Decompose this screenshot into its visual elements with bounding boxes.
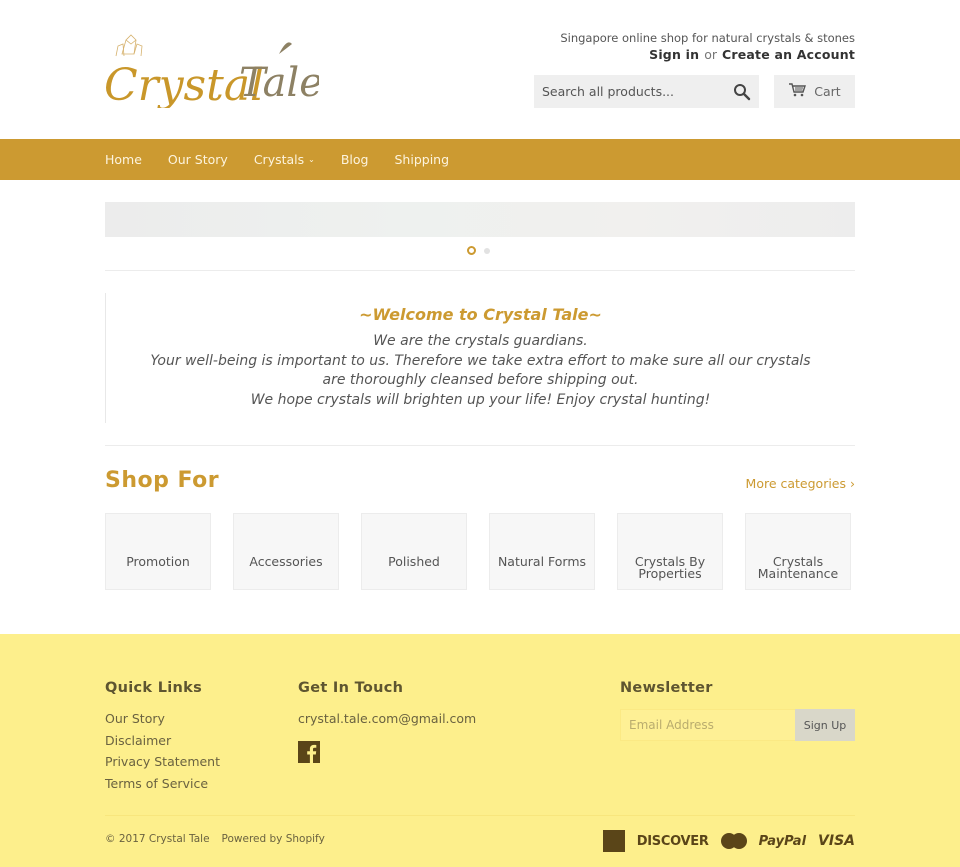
category-label: Accessories	[249, 554, 323, 569]
category-tile-promotion[interactable]: Promotion	[105, 513, 211, 590]
category-label: Polished	[388, 554, 440, 569]
discover-icon: DISCOVER	[636, 833, 709, 849]
logo-image: Crystal Tale	[104, 34, 323, 111]
powered-by-shopify-link[interactable]: Powered by Shopify	[222, 833, 325, 845]
welcome-line: We are the crystals guardians.	[373, 333, 588, 349]
copyright-text: © 2017 Crystal Tale	[105, 833, 210, 845]
slider-dot-active[interactable]	[467, 246, 476, 255]
welcome-line: Your well-being is important to us. Ther…	[150, 352, 811, 389]
category-label: Properties	[638, 566, 702, 581]
newsletter-signup-button[interactable]: Sign Up	[795, 709, 855, 741]
amex-icon	[602, 830, 625, 852]
category-tile-natural-forms[interactable]: Natural Forms	[489, 513, 595, 590]
create-account-link[interactable]: Create an Account	[722, 47, 855, 62]
nav-label: Blog	[340, 152, 369, 167]
nav-label: Home	[105, 152, 142, 167]
nav-label: Shipping	[394, 152, 450, 167]
category-label: Promotion	[126, 554, 190, 569]
chevron-down-icon: ⌄	[308, 155, 315, 164]
contact-email-link[interactable]: crystal.tale.com@gmail.com	[298, 711, 476, 726]
category-label: Natural Forms	[497, 554, 587, 569]
category-grid: Promotion Accessories Polished Natural F…	[105, 513, 855, 590]
category-tile-accessories[interactable]: Accessories	[233, 513, 339, 590]
site-header: Crystal Tale Singapore online shop for n…	[0, 0, 960, 139]
main-nav: Home Our Story Crystals ⌄ Blog Shipping	[0, 139, 960, 180]
quick-links-heading: Quick Links	[105, 680, 203, 696]
newsletter-email-input[interactable]	[620, 709, 796, 741]
category-tile-crystals-by-properties[interactable]: Crystals By Properties	[617, 513, 723, 590]
divider	[105, 445, 855, 446]
nav-item-our-story[interactable]: Our Story	[168, 152, 228, 167]
category-label: Maintenance	[757, 566, 839, 581]
search-input[interactable]	[534, 75, 724, 108]
sign-in-link[interactable]: Sign in	[649, 47, 699, 62]
divider	[105, 270, 855, 271]
footer-link-terms[interactable]: Terms of Service	[105, 776, 208, 791]
account-links: Sign in or Create an Account	[649, 47, 855, 62]
site-footer: Quick Links Our Story Disclaimer Privacy…	[0, 634, 960, 867]
or-separator: or	[704, 47, 717, 62]
footer-divider	[105, 815, 855, 816]
welcome-line: We hope crystals will brighten up your l…	[250, 391, 711, 408]
paypal-icon: PayPal	[758, 833, 807, 849]
slider-pagination	[467, 246, 490, 255]
nav-item-blog[interactable]: Blog	[341, 152, 369, 167]
mastercard-icon	[720, 833, 747, 849]
shop-for-heading: Shop For	[105, 468, 220, 493]
facebook-icon[interactable]	[298, 741, 320, 763]
footer-link-our-story[interactable]: Our Story	[105, 711, 165, 726]
slider-dot[interactable]	[484, 247, 490, 254]
footer-link-disclaimer[interactable]: Disclaimer	[105, 733, 171, 748]
cart-icon	[788, 83, 807, 100]
category-tile-polished[interactable]: Polished	[361, 513, 467, 590]
welcome-section: ~Welcome to Crystal Tale~ We are the cry…	[105, 293, 855, 423]
category-tile-crystals-maintenance[interactable]: Crystals Maintenance	[745, 513, 851, 590]
site-logo[interactable]: Crystal Tale	[104, 32, 323, 111]
payment-icons: DISCOVER PayPal VISA	[602, 830, 855, 852]
cart-button[interactable]: Cart	[774, 75, 855, 108]
more-categories-link[interactable]: More categories ›	[746, 476, 855, 491]
footer-link-privacy[interactable]: Privacy Statement	[105, 754, 220, 769]
logo-text-tale: Tale	[239, 60, 319, 106]
nav-label: Crystals	[253, 152, 305, 167]
store-tagline: Singapore online shop for natural crysta…	[560, 31, 855, 45]
get-in-touch-heading: Get In Touch	[298, 680, 404, 696]
welcome-title: ~Welcome to Crystal Tale~	[359, 305, 602, 324]
search-form	[534, 75, 759, 108]
nav-item-shipping[interactable]: Shipping	[395, 152, 450, 167]
cart-label: Cart	[814, 84, 841, 99]
search-icon[interactable]	[733, 83, 751, 101]
footer-copyright: © 2017 Crystal Tale Powered by Shopify	[105, 833, 325, 845]
hero-slider[interactable]	[105, 202, 855, 237]
nav-item-crystals[interactable]: Crystals ⌄	[254, 152, 315, 167]
newsletter-heading: Newsletter	[620, 680, 713, 696]
nav-item-home[interactable]: Home	[105, 152, 142, 167]
nav-label: Our Story	[167, 152, 228, 167]
visa-icon: VISA	[818, 833, 855, 849]
